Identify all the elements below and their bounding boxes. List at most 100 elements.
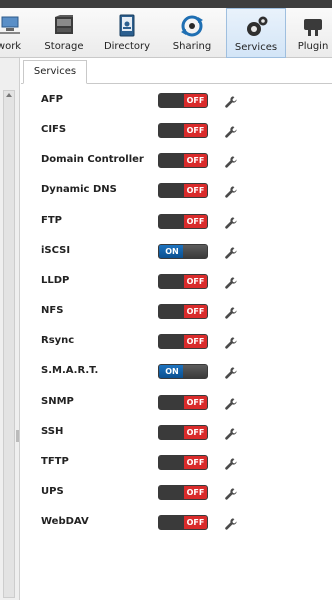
wrench-icon[interactable]: [224, 516, 238, 530]
tab-services[interactable]: Services: [23, 60, 87, 84]
service-row: SSH OFF: [21, 422, 332, 444]
toggle-on-segment: [159, 425, 186, 439]
service-row: TFTP OFF: [21, 452, 332, 474]
service-name: NFS: [41, 305, 64, 317]
toggle-on-segment: [159, 516, 186, 530]
service-toggle[interactable]: OFF: [158, 334, 208, 350]
service-name: UPS: [41, 485, 64, 497]
wrench-icon[interactable]: [224, 275, 238, 289]
toggle-on-segment: [159, 455, 186, 469]
wrench-icon[interactable]: [224, 335, 238, 349]
sharing-icon: [181, 15, 203, 37]
service-toggle[interactable]: OFF: [158, 424, 208, 440]
toggle-off-segment: OFF: [184, 154, 207, 168]
service-toggle[interactable]: OFF: [158, 213, 208, 229]
toolbar-network-button[interactable]: work: [0, 8, 24, 58]
toggle-off-segment: [183, 244, 207, 258]
service-row: AFP OFF: [21, 90, 332, 112]
service-name: TFTP: [41, 455, 69, 467]
service-toggle[interactable]: OFF: [158, 394, 208, 410]
toolbar-sharing-button[interactable]: Sharing: [166, 8, 218, 58]
toggle-on-segment: [159, 485, 186, 499]
service-name: FTP: [41, 214, 62, 226]
toggle-off-segment: OFF: [184, 395, 207, 409]
wrench-icon[interactable]: [224, 94, 238, 108]
service-name: CIFS: [41, 124, 67, 136]
toolbar-network-label: work: [0, 41, 22, 52]
toggle-off-segment: OFF: [184, 214, 207, 228]
toggle-off-segment: OFF: [184, 124, 207, 138]
service-name: SSH: [41, 425, 64, 437]
service-row: NFS OFF: [21, 301, 332, 323]
services-icon: [247, 16, 268, 36]
wrench-icon[interactable]: [224, 245, 238, 259]
service-name: S.M.A.R.T.: [41, 365, 99, 377]
toolbar-storage-button[interactable]: Storage: [40, 8, 88, 58]
wrench-icon[interactable]: [224, 215, 238, 229]
scroll-up-icon[interactable]: [6, 93, 12, 97]
directory-icon: [119, 14, 135, 37]
service-row: S.M.A.R.T. ON: [21, 361, 332, 383]
plugins-icon: [304, 19, 322, 36]
wrench-icon[interactable]: [224, 365, 238, 380]
toggle-off-segment: OFF: [184, 274, 207, 288]
wrench-icon[interactable]: [224, 426, 238, 440]
toggle-on-segment: [159, 184, 186, 198]
wrench-icon[interactable]: [224, 396, 238, 410]
toggle-off-segment: OFF: [184, 305, 207, 319]
wrench-icon[interactable]: [224, 456, 238, 470]
toggle-on-segment: ON: [159, 244, 185, 258]
service-row: UPS OFF: [21, 482, 332, 504]
service-toggle[interactable]: OFF: [158, 515, 208, 531]
toolbar-services-button[interactable]: Services: [226, 8, 286, 58]
toggle-off-segment: [183, 365, 207, 379]
service-row: WebDAV OFF: [21, 512, 332, 534]
main-toolbar: work Storage Directory Sharing Services …: [0, 8, 332, 58]
toggle-on-segment: ON: [159, 365, 185, 379]
toolbar-plugins-button[interactable]: Plugin: [288, 8, 332, 58]
service-toggle[interactable]: OFF: [158, 273, 208, 289]
service-toggle[interactable]: OFF: [158, 123, 208, 139]
toggle-on-segment: [159, 274, 186, 288]
network-icon: [0, 16, 20, 34]
service-toggle[interactable]: OFF: [158, 484, 208, 500]
toggle-on-segment: [159, 305, 186, 319]
service-row: LLDP OFF: [21, 271, 332, 293]
toolbar-storage-label: Storage: [44, 41, 84, 52]
service-name: Dynamic DNS: [41, 184, 117, 196]
left-scrollbar[interactable]: [3, 90, 15, 598]
wrench-icon[interactable]: [224, 486, 238, 500]
left-panel: [0, 58, 20, 600]
toggle-on-segment: [159, 154, 186, 168]
service-toggle[interactable]: OFF: [158, 183, 208, 199]
service-name: WebDAV: [41, 516, 89, 528]
toggle-on-segment: [159, 94, 186, 107]
toolbar-plugins-label: Plugin: [297, 41, 329, 52]
service-toggle[interactable]: ON: [158, 243, 208, 259]
service-name: iSCSI: [41, 244, 71, 256]
service-toggle[interactable]: OFF: [158, 304, 208, 320]
window-top-strip: [0, 0, 332, 8]
service-toggle[interactable]: OFF: [158, 454, 208, 470]
toggle-off-segment: OFF: [184, 516, 207, 530]
wrench-icon[interactable]: [224, 124, 238, 138]
toggle-off-segment: OFF: [184, 335, 207, 349]
service-name: SNMP: [41, 395, 74, 407]
toggle-off-segment: OFF: [184, 455, 207, 469]
service-toggle[interactable]: OFF: [158, 153, 208, 169]
service-row: Dynamic DNS OFF: [21, 180, 332, 202]
wrench-icon[interactable]: [224, 305, 238, 319]
service-row: iSCSI ON: [21, 241, 332, 263]
wrench-icon[interactable]: [224, 154, 238, 168]
toolbar-directory-button[interactable]: Directory: [100, 8, 154, 58]
service-row: Rsync OFF: [21, 331, 332, 353]
toggle-on-segment: [159, 335, 186, 349]
storage-icon: [55, 15, 73, 34]
service-toggle[interactable]: ON: [158, 364, 208, 380]
service-name: LLDP: [41, 274, 70, 286]
wrench-icon[interactable]: [224, 184, 238, 199]
toggle-off-segment: OFF: [184, 184, 207, 198]
service-row: CIFS OFF: [21, 120, 332, 142]
panel-resize-handle[interactable]: [16, 430, 19, 442]
service-toggle[interactable]: OFF: [158, 93, 208, 108]
